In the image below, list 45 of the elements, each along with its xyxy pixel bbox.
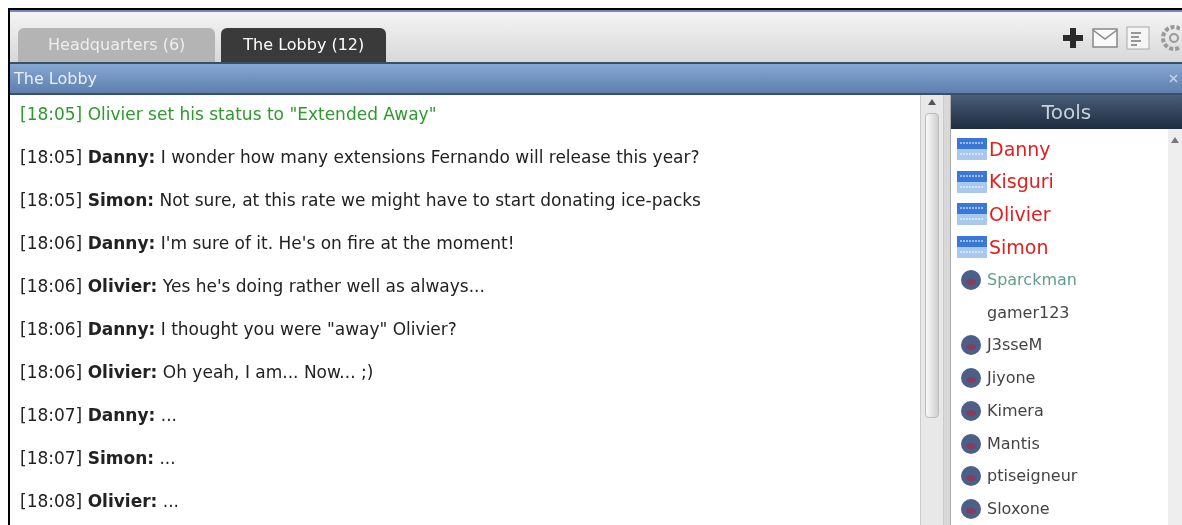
close-icon[interactable] bbox=[1169, 74, 1178, 83]
chat-message: [18:07] Simon: ... bbox=[20, 447, 177, 470]
chat-message: [18:06] Danny: I thought you were "away" Olivier? bbox=[20, 318, 458, 341]
badge-icon bbox=[957, 170, 987, 193]
avatar-icon bbox=[961, 368, 981, 389]
user-name[interactable]: Simon bbox=[989, 232, 1049, 262]
avatar-icon bbox=[961, 335, 981, 356]
user-name[interactable]: gamer123 bbox=[987, 300, 1070, 325]
badge-icon bbox=[957, 236, 987, 259]
badge-icon bbox=[957, 203, 987, 226]
avatar-icon bbox=[961, 433, 981, 454]
user-name[interactable]: Danny bbox=[989, 134, 1051, 164]
chat-message: [18:05] Simon: Not sure, at this rate we might have to start donating ice-packs bbox=[20, 189, 702, 212]
chat-message: [18:06] Danny: I'm sure of it. He's on fire at the moment! bbox=[20, 232, 516, 255]
avatar-icon bbox=[961, 269, 981, 290]
chat-message: [18:07] Danny: ... bbox=[20, 404, 178, 427]
user-name[interactable]: Olivier bbox=[989, 200, 1051, 229]
user-name[interactable]: Sloxone bbox=[987, 497, 1050, 522]
plus-icon[interactable] bbox=[1062, 27, 1084, 49]
avatar-icon bbox=[961, 499, 981, 520]
user-name[interactable]: ptiseigneur bbox=[987, 464, 1078, 489]
status-message: [18:05] Olivier set his status to "Extended Away" bbox=[20, 103, 438, 126]
tab[interactable]: The Lobby (12) bbox=[221, 28, 387, 62]
room-title: The Lobby bbox=[14, 67, 98, 90]
user-name[interactable]: Mantis bbox=[987, 431, 1040, 456]
user-name[interactable]: Jiyone bbox=[987, 366, 1036, 391]
badge-icon bbox=[957, 137, 987, 160]
chat-message: [18:06] Olivier: Yes he's doing rather well as always... bbox=[20, 275, 486, 298]
chat-message: [18:05] Danny: I wonder how many extensions Fernando will release this year? bbox=[20, 146, 701, 169]
scroll-up-icon[interactable] bbox=[928, 99, 936, 105]
chat-message: [18:06] Olivier: Oh yeah, I am... Now... ;) bbox=[20, 361, 375, 384]
scroll-thumb[interactable] bbox=[925, 113, 939, 418]
settings-icon[interactable] bbox=[1158, 24, 1180, 52]
chat-message: [18:08] Olivier: ... bbox=[20, 490, 181, 513]
avatar-icon bbox=[961, 466, 981, 487]
scrollbar[interactable] bbox=[1168, 129, 1182, 525]
avatar-icon bbox=[961, 400, 981, 421]
user-name[interactable]: J3sseM bbox=[987, 333, 1043, 358]
scroll-up-icon[interactable] bbox=[1171, 137, 1179, 143]
user-name[interactable]: Kisguri bbox=[989, 167, 1054, 196]
tools-title: Tools bbox=[1041, 99, 1092, 126]
document-icon[interactable] bbox=[1126, 26, 1150, 50]
user-name[interactable]: Kimera bbox=[987, 398, 1044, 423]
scrollbar[interactable] bbox=[920, 95, 944, 525]
envelope-icon[interactable] bbox=[1092, 28, 1118, 48]
